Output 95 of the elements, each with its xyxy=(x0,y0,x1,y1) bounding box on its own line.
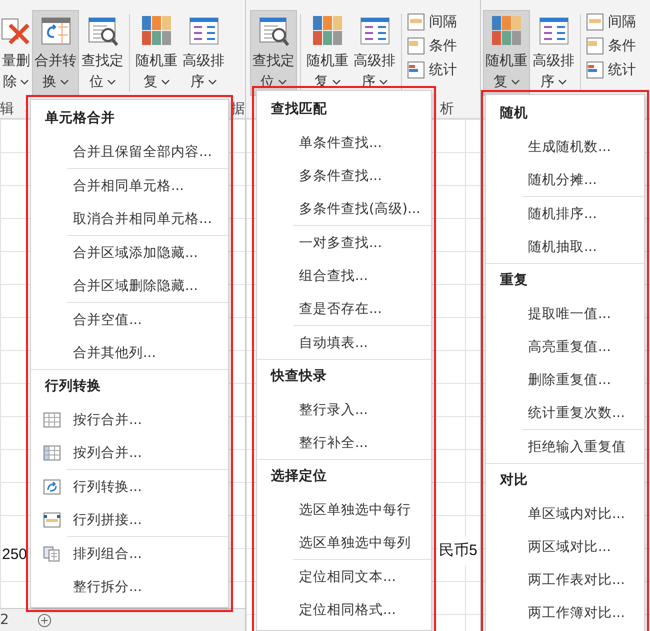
menu-item[interactable]: 合并空值... xyxy=(31,303,228,336)
search-icon xyxy=(258,15,290,47)
sort-icon xyxy=(358,15,390,47)
menu-item[interactable]: 多条件查找(高级)... xyxy=(257,192,431,225)
striped-table-icon xyxy=(407,13,425,31)
ribbon-button[interactable]: 统计 xyxy=(584,60,638,80)
menu-item[interactable]: 两工作表对比... xyxy=(486,563,644,596)
menu-item[interactable]: 按列合并... xyxy=(31,436,228,469)
ribbon-button[interactable]: 合并转换 xyxy=(32,10,79,96)
ribbon-button[interactable]: 高级排序 xyxy=(180,10,227,96)
table-arrows-icon xyxy=(40,15,72,47)
menu-item[interactable]: 整行补全... xyxy=(257,426,431,459)
menu-item[interactable]: 合并且保留全部内容... xyxy=(31,135,228,168)
ribbon-button[interactable]: 统计 xyxy=(405,60,459,80)
search-icon xyxy=(86,15,118,47)
menu-item[interactable]: 生成随机数... xyxy=(486,130,644,163)
caret-icon xyxy=(20,79,29,86)
caret-icon xyxy=(208,79,216,86)
menu-heading: 查找匹配 xyxy=(270,100,328,119)
table-icon xyxy=(586,37,604,55)
caret-icon xyxy=(558,79,566,86)
menu-heading: 随机 xyxy=(499,104,529,123)
ribbon-button[interactable]: 条件 xyxy=(405,36,459,56)
menu-item[interactable]: 高亮重复值... xyxy=(486,330,644,363)
sort-icon xyxy=(538,15,570,47)
menu-item[interactable]: 行列转换... xyxy=(31,470,228,503)
menu-item[interactable]: 选区单独选中每行 xyxy=(257,493,431,526)
caret-icon xyxy=(332,79,340,86)
table-icon xyxy=(43,412,61,428)
menu-item[interactable]: 随机抽取... xyxy=(486,230,644,263)
menu-heading: 选择定位 xyxy=(270,467,328,486)
color-tiles-icon xyxy=(140,15,172,47)
sheet-tab[interactable]: 2 xyxy=(0,612,9,628)
menu-item[interactable]: 整行拆分... xyxy=(31,570,228,603)
menu-item[interactable]: 合并区域添加隐藏... xyxy=(31,236,228,269)
menu-item[interactable]: 合并区域删除隐藏... xyxy=(31,269,228,302)
menu-item[interactable]: 自动填表... xyxy=(257,326,431,359)
table-icon xyxy=(43,444,61,460)
add-sheet-icon[interactable] xyxy=(36,612,52,628)
caret-icon xyxy=(60,79,68,86)
chart-table-icon xyxy=(586,61,604,79)
menu-item[interactable]: 定位相同格式... xyxy=(257,593,431,626)
ribbon-button[interactable]: 间隔 xyxy=(405,12,459,32)
menu-item[interactable]: 两工作簿对比... xyxy=(486,596,644,629)
menu-item[interactable]: 选区单独选中每列 xyxy=(257,526,431,559)
menu-item[interactable]: 合并其他列... xyxy=(31,336,228,369)
caret-icon xyxy=(510,79,520,86)
ribbon-button[interactable]: 间隔 xyxy=(584,12,638,32)
caret-icon xyxy=(160,79,170,86)
menu-item[interactable]: 一对多查找... xyxy=(257,226,431,259)
copy-icon xyxy=(43,546,61,562)
color-tiles-icon xyxy=(490,15,522,47)
menu-item[interactable]: 单条件查找... xyxy=(257,126,431,159)
menu-item[interactable]: 提取唯一值... xyxy=(486,297,644,330)
ribbon-button[interactable]: 随机重复 xyxy=(483,10,530,96)
sort-icon xyxy=(188,15,220,47)
menu-item[interactable]: 组合查找... xyxy=(257,259,431,292)
menu-item[interactable]: 单区域内对比... xyxy=(486,497,644,530)
menu-item[interactable]: 删除重复值... xyxy=(486,363,644,396)
ribbon-button[interactable]: 查找定位 xyxy=(79,10,126,96)
menu-heading: 快查快录 xyxy=(269,367,328,386)
menu-item[interactable]: 取消合并相同单元格... xyxy=(31,202,228,235)
menu-item[interactable]: 定位相同文本... xyxy=(257,560,431,593)
menu-item[interactable]: 拒绝输入重复值 xyxy=(486,430,644,463)
menu-heading: 单元格合并 xyxy=(44,109,116,128)
caret-icon xyxy=(378,79,388,86)
menu-item[interactable]: 整行录入... xyxy=(257,393,431,426)
table-icon xyxy=(407,37,425,55)
menu-heading: 行列转换 xyxy=(44,377,102,396)
menu-item[interactable]: 多条件查找... xyxy=(257,159,431,192)
cell-text: 民币5 xyxy=(438,537,478,565)
group-label: 辑 xyxy=(0,100,14,118)
color-tiles-icon xyxy=(312,15,344,47)
menu-item[interactable]: 排列组合... xyxy=(31,537,228,570)
ribbon-button[interactable]: 随机重复 xyxy=(133,10,180,96)
menu-item[interactable]: 两区域对比... xyxy=(486,530,644,563)
chart-table-icon xyxy=(407,61,425,79)
striped-table-icon xyxy=(586,13,604,31)
ribbon-button[interactable]: 条件 xyxy=(584,36,638,56)
menu-item[interactable]: 合并相同单元格... xyxy=(31,169,228,202)
caret-icon xyxy=(278,79,286,86)
menu-heading: 重复 xyxy=(499,271,529,290)
menu-heading: 对比 xyxy=(498,471,529,490)
cell-text: 250 xyxy=(1,541,28,569)
group-label: 析 xyxy=(440,100,454,118)
menu-item[interactable]: 按行合并... xyxy=(31,403,228,436)
menu-item[interactable]: 随机分摊... xyxy=(486,163,644,196)
table-icon xyxy=(43,512,61,528)
menu-item[interactable]: 随机排序... xyxy=(486,197,644,230)
caret-icon xyxy=(106,79,116,86)
menu-item[interactable]: 查是否存在... xyxy=(257,292,431,325)
menu-item[interactable]: 行列拼接... xyxy=(31,503,228,536)
ribbon-button[interactable]: 量删除 xyxy=(0,10,32,96)
swap-icon xyxy=(43,478,61,494)
menu-item[interactable]: 统计重复次数... xyxy=(486,396,644,429)
